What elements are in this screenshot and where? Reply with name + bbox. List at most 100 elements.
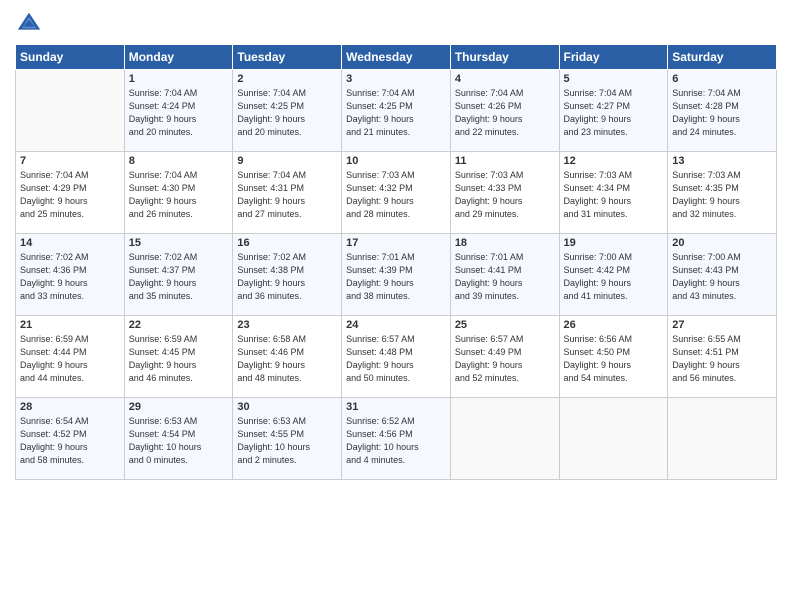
calendar-cell: 18 Sunrise: 7:01 AM Sunset: 4:41 PM Dayli… xyxy=(450,234,559,316)
day-info: Sunrise: 6:57 AM Sunset: 4:48 PM Dayligh… xyxy=(346,333,446,385)
calendar-container: SundayMondayTuesdayWednesdayThursdayFrid… xyxy=(0,0,792,612)
day-info: Sunrise: 6:52 AM Sunset: 4:56 PM Dayligh… xyxy=(346,415,446,467)
calendar-cell: 16 Sunrise: 7:02 AM Sunset: 4:38 PM Dayli… xyxy=(233,234,342,316)
day-number: 24 xyxy=(346,319,446,331)
calendar-cell xyxy=(450,398,559,480)
weekday-header: Tuesday xyxy=(233,45,342,70)
weekday-header: Wednesday xyxy=(342,45,451,70)
day-number: 12 xyxy=(564,155,664,167)
day-info: Sunrise: 7:04 AM Sunset: 4:29 PM Dayligh… xyxy=(20,169,120,221)
calendar-cell: 1Sunrise: 7:04 AM Sunset: 4:24 PM Daylig… xyxy=(124,70,233,152)
weekday-header: Friday xyxy=(559,45,668,70)
day-info: Sunrise: 7:03 AM Sunset: 4:33 PM Dayligh… xyxy=(455,169,555,221)
calendar-cell: 21 Sunrise: 6:59 AM Sunset: 4:44 PM Dayli… xyxy=(16,316,125,398)
weekday-header: Monday xyxy=(124,45,233,70)
calendar-cell: 29 Sunrise: 6:53 AM Sunset: 4:54 PM Dayli… xyxy=(124,398,233,480)
day-info: Sunrise: 7:04 AM Sunset: 4:30 PM Dayligh… xyxy=(129,169,229,221)
weekday-header: Sunday xyxy=(16,45,125,70)
day-number: 18 xyxy=(455,237,555,249)
day-number: 6 xyxy=(672,73,772,85)
calendar-week-row: 7Sunrise: 7:04 AM Sunset: 4:29 PM Daylig… xyxy=(16,152,777,234)
calendar-cell: 30 Sunrise: 6:53 AM Sunset: 4:55 PM Dayli… xyxy=(233,398,342,480)
calendar-cell: 14 Sunrise: 7:02 AM Sunset: 4:36 PM Dayli… xyxy=(16,234,125,316)
day-number: 29 xyxy=(129,401,229,413)
day-info: Sunrise: 7:04 AM Sunset: 4:24 PM Dayligh… xyxy=(129,87,229,139)
calendar-cell: 8 Sunrise: 7:04 AM Sunset: 4:30 PM Daylig… xyxy=(124,152,233,234)
day-number: 17 xyxy=(346,237,446,249)
day-number: 13 xyxy=(672,155,772,167)
calendar-table: SundayMondayTuesdayWednesdayThursdayFrid… xyxy=(15,44,777,480)
calendar-cell: 17Sunrise: 7:01 AM Sunset: 4:39 PM Dayli… xyxy=(342,234,451,316)
calendar-cell: 3 Sunrise: 7:04 AM Sunset: 4:25 PM Daylig… xyxy=(342,70,451,152)
day-number: 19 xyxy=(564,237,664,249)
calendar-cell: 26Sunrise: 6:56 AM Sunset: 4:50 PM Dayli… xyxy=(559,316,668,398)
weekday-header-row: SundayMondayTuesdayWednesdayThursdayFrid… xyxy=(16,45,777,70)
calendar-cell: 23Sunrise: 6:58 AM Sunset: 4:46 PM Dayli… xyxy=(233,316,342,398)
day-number: 4 xyxy=(455,73,555,85)
day-number: 3 xyxy=(346,73,446,85)
logo-icon xyxy=(15,10,43,38)
day-number: 30 xyxy=(237,401,337,413)
day-info: Sunrise: 7:02 AM Sunset: 4:37 PM Dayligh… xyxy=(129,251,229,303)
calendar-cell xyxy=(559,398,668,480)
day-info: Sunrise: 6:54 AM Sunset: 4:52 PM Dayligh… xyxy=(20,415,120,467)
day-info: Sunrise: 7:02 AM Sunset: 4:36 PM Dayligh… xyxy=(20,251,120,303)
weekday-header: Thursday xyxy=(450,45,559,70)
day-info: Sunrise: 7:01 AM Sunset: 4:41 PM Dayligh… xyxy=(455,251,555,303)
calendar-week-row: 28 Sunrise: 6:54 AM Sunset: 4:52 PM Dayli… xyxy=(16,398,777,480)
day-number: 20 xyxy=(672,237,772,249)
day-info: Sunrise: 7:03 AM Sunset: 4:32 PM Dayligh… xyxy=(346,169,446,221)
calendar-cell: 28 Sunrise: 6:54 AM Sunset: 4:52 PM Dayli… xyxy=(16,398,125,480)
calendar-cell: 7Sunrise: 7:04 AM Sunset: 4:29 PM Daylig… xyxy=(16,152,125,234)
day-info: Sunrise: 6:56 AM Sunset: 4:50 PM Dayligh… xyxy=(564,333,664,385)
day-number: 8 xyxy=(129,155,229,167)
day-info: Sunrise: 7:04 AM Sunset: 4:25 PM Dayligh… xyxy=(237,87,337,139)
calendar-cell: 4 Sunrise: 7:04 AM Sunset: 4:26 PM Daylig… xyxy=(450,70,559,152)
day-number: 21 xyxy=(20,319,120,331)
calendar-cell xyxy=(16,70,125,152)
calendar-cell: 6 Sunrise: 7:04 AM Sunset: 4:28 PM Daylig… xyxy=(668,70,777,152)
day-number: 15 xyxy=(129,237,229,249)
calendar-cell: 2 Sunrise: 7:04 AM Sunset: 4:25 PM Daylig… xyxy=(233,70,342,152)
calendar-cell: 20 Sunrise: 7:00 AM Sunset: 4:43 PM Dayli… xyxy=(668,234,777,316)
day-number: 22 xyxy=(129,319,229,331)
day-info: Sunrise: 7:03 AM Sunset: 4:34 PM Dayligh… xyxy=(564,169,664,221)
calendar-cell: 27 Sunrise: 6:55 AM Sunset: 4:51 PM Dayli… xyxy=(668,316,777,398)
calendar-week-row: 14 Sunrise: 7:02 AM Sunset: 4:36 PM Dayli… xyxy=(16,234,777,316)
calendar-cell: 5Sunrise: 7:04 AM Sunset: 4:27 PM Daylig… xyxy=(559,70,668,152)
day-info: Sunrise: 6:55 AM Sunset: 4:51 PM Dayligh… xyxy=(672,333,772,385)
day-info: Sunrise: 7:04 AM Sunset: 4:25 PM Dayligh… xyxy=(346,87,446,139)
calendar-week-row: 1Sunrise: 7:04 AM Sunset: 4:24 PM Daylig… xyxy=(16,70,777,152)
day-number: 16 xyxy=(237,237,337,249)
calendar-cell xyxy=(668,398,777,480)
day-info: Sunrise: 7:04 AM Sunset: 4:26 PM Dayligh… xyxy=(455,87,555,139)
calendar-cell: 11Sunrise: 7:03 AM Sunset: 4:33 PM Dayli… xyxy=(450,152,559,234)
calendar-cell: 22Sunrise: 6:59 AM Sunset: 4:45 PM Dayli… xyxy=(124,316,233,398)
calendar-cell: 15 Sunrise: 7:02 AM Sunset: 4:37 PM Dayli… xyxy=(124,234,233,316)
calendar-cell: 31 Sunrise: 6:52 AM Sunset: 4:56 PM Dayli… xyxy=(342,398,451,480)
day-info: Sunrise: 7:03 AM Sunset: 4:35 PM Dayligh… xyxy=(672,169,772,221)
day-info: Sunrise: 6:53 AM Sunset: 4:54 PM Dayligh… xyxy=(129,415,229,467)
day-info: Sunrise: 7:00 AM Sunset: 4:43 PM Dayligh… xyxy=(672,251,772,303)
day-number: 14 xyxy=(20,237,120,249)
calendar-cell: 19 Sunrise: 7:00 AM Sunset: 4:42 PM Dayli… xyxy=(559,234,668,316)
calendar-body: 1Sunrise: 7:04 AM Sunset: 4:24 PM Daylig… xyxy=(16,70,777,480)
day-info: Sunrise: 6:59 AM Sunset: 4:44 PM Dayligh… xyxy=(20,333,120,385)
day-info: Sunrise: 7:00 AM Sunset: 4:42 PM Dayligh… xyxy=(564,251,664,303)
calendar-cell: 13 Sunrise: 7:03 AM Sunset: 4:35 PM Dayli… xyxy=(668,152,777,234)
day-number: 2 xyxy=(237,73,337,85)
day-number: 31 xyxy=(346,401,446,413)
calendar-cell: 25 Sunrise: 6:57 AM Sunset: 4:49 PM Dayli… xyxy=(450,316,559,398)
day-number: 28 xyxy=(20,401,120,413)
day-info: Sunrise: 7:02 AM Sunset: 4:38 PM Dayligh… xyxy=(237,251,337,303)
calendar-cell: 12 Sunrise: 7:03 AM Sunset: 4:34 PM Dayli… xyxy=(559,152,668,234)
day-number: 25 xyxy=(455,319,555,331)
day-number: 27 xyxy=(672,319,772,331)
logo xyxy=(15,10,46,38)
day-info: Sunrise: 7:04 AM Sunset: 4:31 PM Dayligh… xyxy=(237,169,337,221)
day-info: Sunrise: 6:53 AM Sunset: 4:55 PM Dayligh… xyxy=(237,415,337,467)
day-info: Sunrise: 6:57 AM Sunset: 4:49 PM Dayligh… xyxy=(455,333,555,385)
header xyxy=(15,10,777,38)
day-number: 5 xyxy=(564,73,664,85)
day-info: Sunrise: 7:04 AM Sunset: 4:28 PM Dayligh… xyxy=(672,87,772,139)
